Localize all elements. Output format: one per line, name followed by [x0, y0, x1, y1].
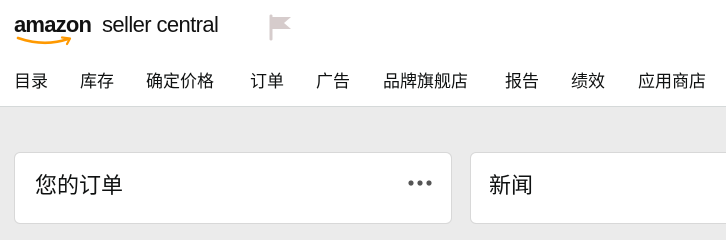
nav-item-orders[interactable]: 订单 — [250, 67, 284, 92]
amazon-seller-central-logo[interactable]: amazon seller central — [14, 9, 244, 49]
logo-amazon-text: amazon — [14, 12, 92, 37]
nav-item-pricing[interactable]: 确定价格 — [146, 67, 214, 92]
nav-item-advertising[interactable]: 广告 — [316, 67, 350, 92]
orders-card-title: 您的订单 — [35, 174, 124, 199]
main-navigation: 目录 库存 确定价格 订单 广告 品牌旗舰店 报告 绩效 应用商店 — [0, 64, 726, 94]
nav-item-performance[interactable]: 绩效 — [571, 67, 605, 92]
nav-item-reports[interactable]: 报告 — [505, 67, 539, 92]
logo-seller-central-text: seller central — [102, 12, 219, 37]
news-card: 新闻 — [470, 152, 726, 224]
news-card-title: 新闻 — [489, 174, 534, 199]
nav-item-inventory[interactable]: 库存 — [80, 67, 114, 92]
nav-item-appstore[interactable]: 应用商店 — [638, 67, 706, 92]
orders-card: 您的订单 — [14, 152, 452, 224]
flag-icon[interactable] — [268, 13, 294, 41]
nav-item-catalog[interactable]: 目录 — [14, 67, 48, 92]
top-header: amazon seller central 目录 库存 确定价格 订单 广告 品… — [0, 0, 726, 107]
amazon-smile-icon — [16, 36, 72, 46]
more-options-icon[interactable] — [407, 179, 433, 187]
nav-item-brand-stores[interactable]: 品牌旗舰店 — [383, 67, 468, 92]
